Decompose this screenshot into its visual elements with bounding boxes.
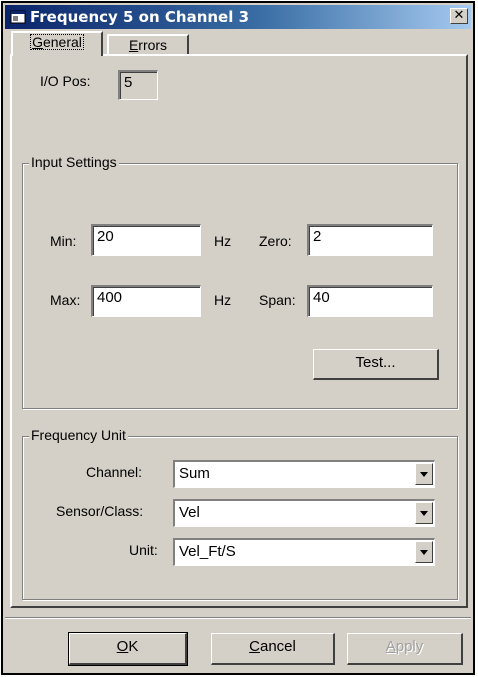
tab-errors[interactable]: Errors	[107, 34, 189, 55]
zero-input[interactable]: 2	[307, 224, 433, 256]
min-value: 20	[97, 228, 114, 245]
apply-button-label: Apply	[385, 638, 424, 655]
chevron-down-icon[interactable]	[415, 463, 433, 485]
sensor-class-value: Vel	[179, 504, 200, 521]
io-pos-field: 5	[118, 70, 158, 100]
frequency-unit-group: Frequency Unit Channel: Sum Sensor/Class…	[22, 427, 458, 600]
channel-label: Channel:	[86, 464, 143, 480]
sensor-class-select[interactable]: Vel	[173, 499, 435, 527]
frequency-unit-title: Frequency Unit	[29, 427, 128, 443]
window-title: Frequency 5 on Channel 3	[30, 8, 250, 26]
zero-value: 2	[313, 228, 322, 245]
title-bar[interactable]: Frequency 5 on Channel 3 ✕	[5, 5, 471, 29]
unit-select[interactable]: Vel_Ft/S	[173, 538, 435, 566]
app-window-icon	[10, 10, 26, 24]
max-input[interactable]: 400	[91, 285, 201, 317]
min-unit: Hz	[214, 233, 232, 249]
close-icon: ✕	[453, 8, 465, 23]
unit-value: Vel_Ft/S	[179, 543, 236, 560]
channel-value: Sum	[179, 465, 210, 482]
span-label: Span:	[259, 292, 296, 308]
chevron-down-icon[interactable]	[415, 502, 433, 524]
tab-general-label: General	[30, 34, 84, 50]
min-label: Min:	[50, 233, 77, 249]
input-settings-title: Input Settings	[29, 154, 119, 170]
max-unit: Hz	[214, 292, 232, 308]
ok-button-label: OK	[116, 638, 139, 655]
cancel-button-label: Cancel	[249, 638, 296, 655]
min-input[interactable]: 20	[91, 224, 201, 256]
zero-label: Zero:	[259, 233, 292, 249]
unit-label: Unit:	[129, 542, 158, 558]
span-input[interactable]: 40	[307, 285, 433, 317]
close-button[interactable]: ✕	[450, 8, 468, 24]
sensor-class-label: Sensor/Class:	[56, 503, 144, 519]
tab-errors-label: Errors	[128, 37, 168, 53]
ok-button[interactable]: OK	[68, 632, 188, 666]
chevron-down-icon[interactable]	[415, 541, 433, 563]
span-value: 40	[313, 289, 330, 306]
io-pos-value: 5	[124, 74, 133, 91]
test-button-label: Test...	[355, 354, 396, 371]
tab-general[interactable]: General	[11, 31, 103, 56]
cancel-button[interactable]: Cancel	[211, 633, 335, 665]
footer-divider	[5, 617, 471, 619]
channel-select[interactable]: Sum	[173, 460, 435, 488]
tab-panel-general: I/O Pos: 5 Input Settings Min: 20 Hz Zer…	[10, 54, 468, 608]
dialog-window: Frequency 5 on Channel 3 ✕ General Error…	[1, 1, 475, 675]
io-pos-label: I/O Pos:	[40, 73, 91, 89]
test-button[interactable]: Test...	[313, 349, 439, 380]
input-settings-group: Input Settings Min: 20 Hz Zero: 2 Max: 4…	[22, 154, 458, 409]
max-label: Max:	[50, 292, 81, 308]
apply-button: Apply	[347, 633, 463, 665]
max-value: 400	[97, 289, 123, 306]
